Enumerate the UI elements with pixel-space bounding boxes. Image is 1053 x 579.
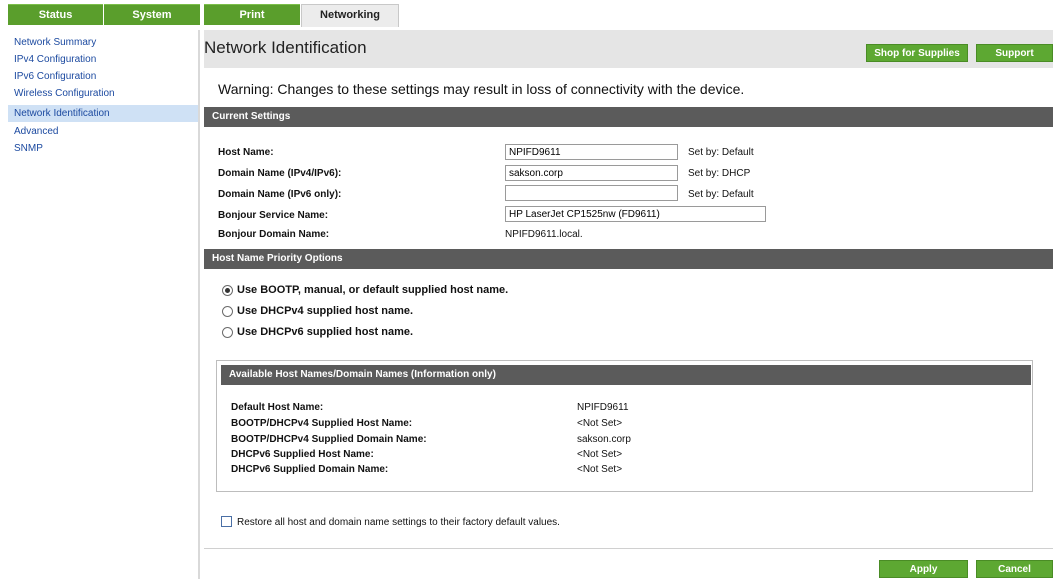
shop-for-supplies-button[interactable]: Shop for Supplies <box>866 44 968 62</box>
bonjour-domain-value: NPIFD9611.local. <box>505 229 583 240</box>
domain-ipv6-set-by: Set by: Default <box>688 189 754 200</box>
apply-button[interactable]: Apply <box>879 560 968 578</box>
domain-ipv6-input[interactable] <box>505 185 678 201</box>
available-row-value: sakson.corp <box>577 434 631 445</box>
priority-option-dhcpv4-radio[interactable] <box>222 306 233 317</box>
nav-wireless-configuration[interactable]: Wireless Configuration <box>8 85 198 102</box>
restore-defaults-checkbox[interactable] <box>221 516 232 527</box>
available-row-label: Default Host Name: <box>231 402 324 413</box>
available-row-value: <Not Set> <box>577 449 623 460</box>
priority-option-dhcpv6-label: Use DHCPv6 supplied host name. <box>237 326 414 338</box>
host-name-input[interactable] <box>505 144 678 160</box>
page-title: Network Identification <box>204 38 367 57</box>
nav-advanced[interactable]: Advanced <box>8 123 198 140</box>
host-name-label: Host Name: <box>218 147 274 158</box>
priority-option-bootp-radio[interactable] <box>222 285 233 296</box>
available-row-label: BOOTP/DHCPv4 Supplied Host Name: <box>231 418 413 429</box>
footer-divider <box>204 548 1053 549</box>
available-row-value: <Not Set> <box>577 464 623 475</box>
bonjour-service-input[interactable] <box>505 206 766 222</box>
tab-print[interactable]: Print <box>204 4 300 25</box>
available-row-label: BOOTP/DHCPv4 Supplied Domain Name: <box>231 434 427 445</box>
available-row-label: DHCPv6 Supplied Host Name: <box>231 449 374 460</box>
domain-ipv6-label: Domain Name (IPv6 only): <box>218 189 342 200</box>
tab-system[interactable]: System <box>104 4 200 25</box>
available-row-label: DHCPv6 Supplied Domain Name: <box>231 464 389 475</box>
nav-network-identification[interactable]: Network Identification <box>8 105 198 122</box>
domain-ipv4-label: Domain Name (IPv4/IPv6): <box>218 168 342 179</box>
tab-networking[interactable]: Networking <box>301 4 399 27</box>
support-button[interactable]: Support <box>976 44 1053 62</box>
domain-ipv4-set-by: Set by: DHCP <box>688 168 751 179</box>
nav-snmp[interactable]: SNMP <box>8 140 198 157</box>
left-nav: Network Summary IPv4 Configuration IPv6 … <box>8 30 200 579</box>
warning-text: Warning: Changes to these settings may r… <box>218 81 745 97</box>
available-row-value: NPIFD9611 <box>577 402 629 413</box>
available-names-heading: Available Host Names/Domain Names (Infor… <box>221 365 1031 385</box>
current-settings-heading: Current Settings <box>204 107 1053 127</box>
nav-network-summary[interactable]: Network Summary <box>8 34 198 51</box>
available-row-value: <Not Set> <box>577 418 623 429</box>
host-name-set-by: Set by: Default <box>688 147 754 158</box>
tab-status[interactable]: Status <box>8 4 103 25</box>
bonjour-service-label: Bonjour Service Name: <box>218 210 329 221</box>
priority-option-dhcpv4-label: Use DHCPv4 supplied host name. <box>237 305 414 317</box>
priority-option-bootp-label: Use BOOTP, manual, or default supplied h… <box>237 284 509 296</box>
host-name-priority-heading: Host Name Priority Options <box>204 249 1053 269</box>
restore-defaults-label: Restore all host and domain name setting… <box>237 517 560 528</box>
nav-ipv6-configuration[interactable]: IPv6 Configuration <box>8 68 198 85</box>
bonjour-domain-label: Bonjour Domain Name: <box>218 229 330 240</box>
cancel-button[interactable]: Cancel <box>976 560 1053 578</box>
nav-ipv4-configuration[interactable]: IPv4 Configuration <box>8 51 198 68</box>
domain-ipv4-input[interactable] <box>505 165 678 181</box>
priority-option-dhcpv6-radio[interactable] <box>222 327 233 338</box>
